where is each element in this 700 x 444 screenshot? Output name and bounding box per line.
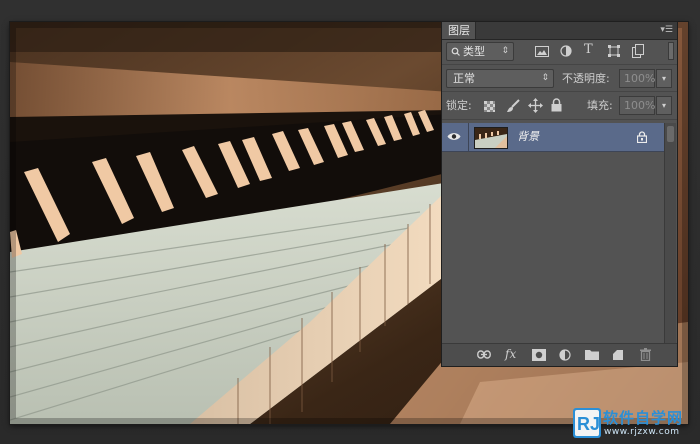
lock-all-icon[interactable] xyxy=(551,98,562,112)
watermark-url: www.rjzxw.com xyxy=(604,427,680,437)
link-layers-icon[interactable] xyxy=(477,350,491,359)
filter-kind-select[interactable]: 类型 ⇕ xyxy=(446,42,514,61)
fill-input[interactable]: 100% xyxy=(619,96,655,115)
scrollbar-thumb[interactable] xyxy=(667,126,674,142)
layer-lock-icon xyxy=(637,131,647,143)
adjustment-filter-icon[interactable] xyxy=(560,45,572,57)
site-watermark: RJ 软件自学网 www.rjzxw.com xyxy=(573,406,693,442)
type-filter-icon[interactable]: T xyxy=(584,42,593,57)
trash-icon[interactable] xyxy=(640,348,651,361)
layers-panel: 图层 ▾☰ 类型 ⇕ T 正常 ⇕ 不透明度: 100% ▾ 锁定: 填充: 1… xyxy=(441,21,678,367)
opacity-input[interactable]: 100% xyxy=(619,69,655,88)
lock-transparent-icon[interactable] xyxy=(484,101,495,112)
chevron-updown-icon: ⇕ xyxy=(541,73,549,83)
lock-label: 锁定: xyxy=(446,99,472,112)
layers-scrollbar[interactable] xyxy=(664,123,676,344)
blend-row: 正常 ⇕ 不透明度: 100% ▾ xyxy=(442,65,677,92)
blend-mode-select[interactable]: 正常 ⇕ xyxy=(446,69,554,88)
eye-icon xyxy=(447,133,461,140)
blend-mode-value: 正常 xyxy=(453,72,475,85)
layer-thumbnail xyxy=(474,127,508,149)
visibility-toggle[interactable] xyxy=(442,123,469,151)
layer-row-background[interactable]: 背景 xyxy=(442,123,665,152)
layer-filter-row: 类型 ⇕ T xyxy=(442,39,677,65)
watermark-site-name: 软件自学网 xyxy=(603,409,684,427)
layer-mask-icon[interactable] xyxy=(532,349,546,361)
image-filter-icon[interactable] xyxy=(535,46,549,57)
lock-position-icon[interactable] xyxy=(528,98,543,113)
panel-tab-bar: 图层 ▾☰ xyxy=(442,22,677,40)
filter-kind-label: 类型 xyxy=(463,45,485,58)
fill-label: 填充: xyxy=(587,99,613,112)
shape-filter-icon[interactable] xyxy=(608,45,620,57)
fill-dropdown-button[interactable]: ▾ xyxy=(656,96,672,115)
chevron-updown-icon: ⇕ xyxy=(501,46,509,56)
rjzxw-logo: RJ xyxy=(573,408,601,438)
search-icon xyxy=(451,47,460,56)
filter-toggle-switch[interactable] xyxy=(668,42,674,60)
tab-layers[interactable]: 图层 xyxy=(442,22,476,39)
fx-icon[interactable]: fx xyxy=(505,347,516,361)
new-layer-icon[interactable] xyxy=(612,348,624,361)
layer-name[interactable]: 背景 xyxy=(517,123,539,151)
lock-image-icon[interactable] xyxy=(506,99,520,113)
layers-bottom-toolbar: fx xyxy=(442,343,677,366)
svg-text:RJ: RJ xyxy=(577,414,600,434)
photoshop-workspace: 图层 ▾☰ 类型 ⇕ T 正常 ⇕ 不透明度: 100% ▾ 锁定: 填充: 1… xyxy=(0,0,700,444)
new-group-icon[interactable] xyxy=(585,349,599,360)
opacity-label: 不透明度: xyxy=(562,72,610,85)
lock-row: 锁定: 填充: 100% ▾ xyxy=(442,92,677,120)
panel-menu-icon[interactable]: ▾☰ xyxy=(660,24,673,37)
adjustment-layer-icon[interactable] xyxy=(559,349,571,361)
smart-object-filter-icon[interactable] xyxy=(632,44,644,58)
opacity-dropdown-button[interactable]: ▾ xyxy=(656,69,672,88)
